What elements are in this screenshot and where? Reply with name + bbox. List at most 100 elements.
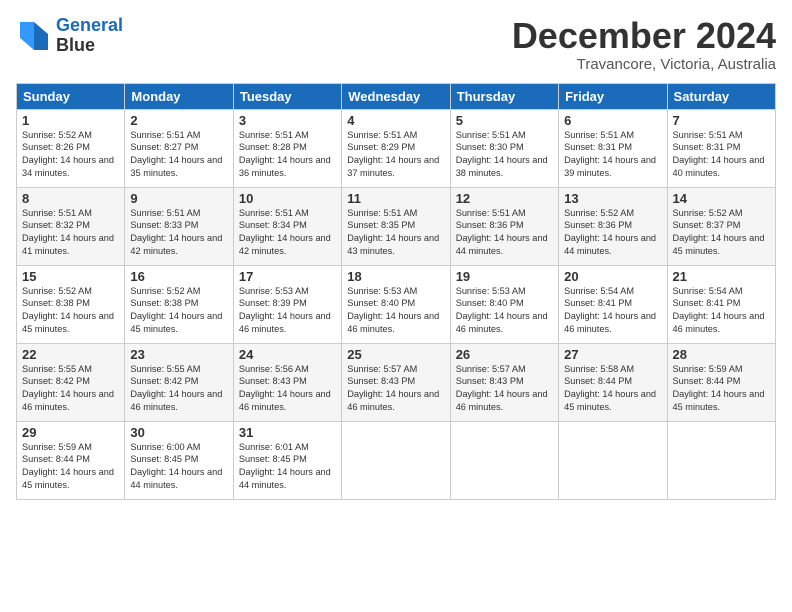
day-number: 15 [22,269,119,284]
calendar-cell: 10 Sunrise: 5:51 AMSunset: 8:34 PMDaylig… [233,187,341,265]
month-title: December 2024 [512,16,776,56]
calendar-cell: 31 Sunrise: 6:01 AMSunset: 8:45 PMDaylig… [233,421,341,499]
calendar-cell: 27 Sunrise: 5:58 AMSunset: 8:44 PMDaylig… [559,343,667,421]
day-number: 25 [347,347,444,362]
day-info: Sunrise: 5:55 AMSunset: 8:42 PMDaylight:… [130,363,227,415]
day-number: 10 [239,191,336,206]
day-number: 20 [564,269,661,284]
day-number: 3 [239,113,336,128]
calendar: SundayMondayTuesdayWednesdayThursdayFrid… [16,83,776,500]
page: General Blue December 2024 Travancore, V… [0,0,792,612]
day-info: Sunrise: 5:55 AMSunset: 8:42 PMDaylight:… [22,363,119,415]
calendar-cell: 22 Sunrise: 5:55 AMSunset: 8:42 PMDaylig… [17,343,125,421]
day-number: 26 [456,347,553,362]
calendar-cell: 6 Sunrise: 5:51 AMSunset: 8:31 PMDayligh… [559,109,667,187]
calendar-week-5: 29 Sunrise: 5:59 AMSunset: 8:44 PMDaylig… [17,421,776,499]
day-info: Sunrise: 5:51 AMSunset: 8:33 PMDaylight:… [130,207,227,259]
day-info: Sunrise: 5:51 AMSunset: 8:30 PMDaylight:… [456,129,553,181]
calendar-cell [450,421,558,499]
calendar-cell: 21 Sunrise: 5:54 AMSunset: 8:41 PMDaylig… [667,265,775,343]
calendar-week-3: 15 Sunrise: 5:52 AMSunset: 8:38 PMDaylig… [17,265,776,343]
day-number: 30 [130,425,227,440]
calendar-header-tuesday: Tuesday [233,83,341,109]
calendar-cell: 29 Sunrise: 5:59 AMSunset: 8:44 PMDaylig… [17,421,125,499]
calendar-cell: 20 Sunrise: 5:54 AMSunset: 8:41 PMDaylig… [559,265,667,343]
calendar-week-4: 22 Sunrise: 5:55 AMSunset: 8:42 PMDaylig… [17,343,776,421]
calendar-cell: 13 Sunrise: 5:52 AMSunset: 8:36 PMDaylig… [559,187,667,265]
calendar-cell: 30 Sunrise: 6:00 AMSunset: 8:45 PMDaylig… [125,421,233,499]
day-info: Sunrise: 5:59 AMSunset: 8:44 PMDaylight:… [22,441,119,493]
calendar-cell: 26 Sunrise: 5:57 AMSunset: 8:43 PMDaylig… [450,343,558,421]
day-number: 24 [239,347,336,362]
day-info: Sunrise: 5:52 AMSunset: 8:36 PMDaylight:… [564,207,661,259]
title-area: December 2024 Travancore, Victoria, Aust… [512,16,776,73]
calendar-cell: 8 Sunrise: 5:51 AMSunset: 8:32 PMDayligh… [17,187,125,265]
calendar-cell: 1 Sunrise: 5:52 AMSunset: 8:26 PMDayligh… [17,109,125,187]
day-info: Sunrise: 6:00 AMSunset: 8:45 PMDaylight:… [130,441,227,493]
day-number: 19 [456,269,553,284]
calendar-cell: 12 Sunrise: 5:51 AMSunset: 8:36 PMDaylig… [450,187,558,265]
day-info: Sunrise: 5:51 AMSunset: 8:27 PMDaylight:… [130,129,227,181]
day-info: Sunrise: 5:51 AMSunset: 8:35 PMDaylight:… [347,207,444,259]
day-number: 14 [673,191,770,206]
day-number: 12 [456,191,553,206]
calendar-cell: 28 Sunrise: 5:59 AMSunset: 8:44 PMDaylig… [667,343,775,421]
calendar-week-1: 1 Sunrise: 5:52 AMSunset: 8:26 PMDayligh… [17,109,776,187]
calendar-header-sunday: Sunday [17,83,125,109]
calendar-header-wednesday: Wednesday [342,83,450,109]
day-number: 27 [564,347,661,362]
day-info: Sunrise: 5:51 AMSunset: 8:36 PMDaylight:… [456,207,553,259]
day-info: Sunrise: 5:56 AMSunset: 8:43 PMDaylight:… [239,363,336,415]
day-number: 23 [130,347,227,362]
day-info: Sunrise: 5:51 AMSunset: 8:28 PMDaylight:… [239,129,336,181]
calendar-cell [559,421,667,499]
calendar-cell: 4 Sunrise: 5:51 AMSunset: 8:29 PMDayligh… [342,109,450,187]
day-number: 4 [347,113,444,128]
day-number: 8 [22,191,119,206]
calendar-cell [342,421,450,499]
logo-text: General Blue [56,16,123,56]
logo: General Blue [16,16,123,56]
day-number: 2 [130,113,227,128]
day-number: 1 [22,113,119,128]
day-number: 6 [564,113,661,128]
logo-line1: General [56,15,123,35]
calendar-cell: 7 Sunrise: 5:51 AMSunset: 8:31 PMDayligh… [667,109,775,187]
calendar-cell: 9 Sunrise: 5:51 AMSunset: 8:33 PMDayligh… [125,187,233,265]
calendar-cell: 15 Sunrise: 5:52 AMSunset: 8:38 PMDaylig… [17,265,125,343]
day-number: 21 [673,269,770,284]
logo-line2: Blue [56,36,123,56]
day-number: 28 [673,347,770,362]
day-info: Sunrise: 5:58 AMSunset: 8:44 PMDaylight:… [564,363,661,415]
day-info: Sunrise: 5:53 AMSunset: 8:39 PMDaylight:… [239,285,336,337]
calendar-cell: 23 Sunrise: 5:55 AMSunset: 8:42 PMDaylig… [125,343,233,421]
day-info: Sunrise: 5:51 AMSunset: 8:31 PMDaylight:… [564,129,661,181]
day-info: Sunrise: 5:51 AMSunset: 8:29 PMDaylight:… [347,129,444,181]
calendar-cell: 2 Sunrise: 5:51 AMSunset: 8:27 PMDayligh… [125,109,233,187]
calendar-week-2: 8 Sunrise: 5:51 AMSunset: 8:32 PMDayligh… [17,187,776,265]
day-info: Sunrise: 5:51 AMSunset: 8:31 PMDaylight:… [673,129,770,181]
day-info: Sunrise: 5:59 AMSunset: 8:44 PMDaylight:… [673,363,770,415]
day-info: Sunrise: 5:54 AMSunset: 8:41 PMDaylight:… [564,285,661,337]
calendar-header-friday: Friday [559,83,667,109]
location: Travancore, Victoria, Australia [512,56,776,73]
calendar-header-saturday: Saturday [667,83,775,109]
day-info: Sunrise: 5:57 AMSunset: 8:43 PMDaylight:… [347,363,444,415]
day-info: Sunrise: 5:54 AMSunset: 8:41 PMDaylight:… [673,285,770,337]
day-info: Sunrise: 5:51 AMSunset: 8:32 PMDaylight:… [22,207,119,259]
calendar-cell: 11 Sunrise: 5:51 AMSunset: 8:35 PMDaylig… [342,187,450,265]
day-number: 31 [239,425,336,440]
calendar-cell: 14 Sunrise: 5:52 AMSunset: 8:37 PMDaylig… [667,187,775,265]
day-info: Sunrise: 5:52 AMSunset: 8:37 PMDaylight:… [673,207,770,259]
day-info: Sunrise: 5:52 AMSunset: 8:38 PMDaylight:… [22,285,119,337]
day-number: 18 [347,269,444,284]
logo-icon [16,18,52,54]
day-info: Sunrise: 5:51 AMSunset: 8:34 PMDaylight:… [239,207,336,259]
day-info: Sunrise: 5:52 AMSunset: 8:38 PMDaylight:… [130,285,227,337]
day-info: Sunrise: 5:53 AMSunset: 8:40 PMDaylight:… [347,285,444,337]
day-number: 16 [130,269,227,284]
calendar-header-monday: Monday [125,83,233,109]
calendar-cell: 19 Sunrise: 5:53 AMSunset: 8:40 PMDaylig… [450,265,558,343]
calendar-cell: 3 Sunrise: 5:51 AMSunset: 8:28 PMDayligh… [233,109,341,187]
day-info: Sunrise: 5:53 AMSunset: 8:40 PMDaylight:… [456,285,553,337]
